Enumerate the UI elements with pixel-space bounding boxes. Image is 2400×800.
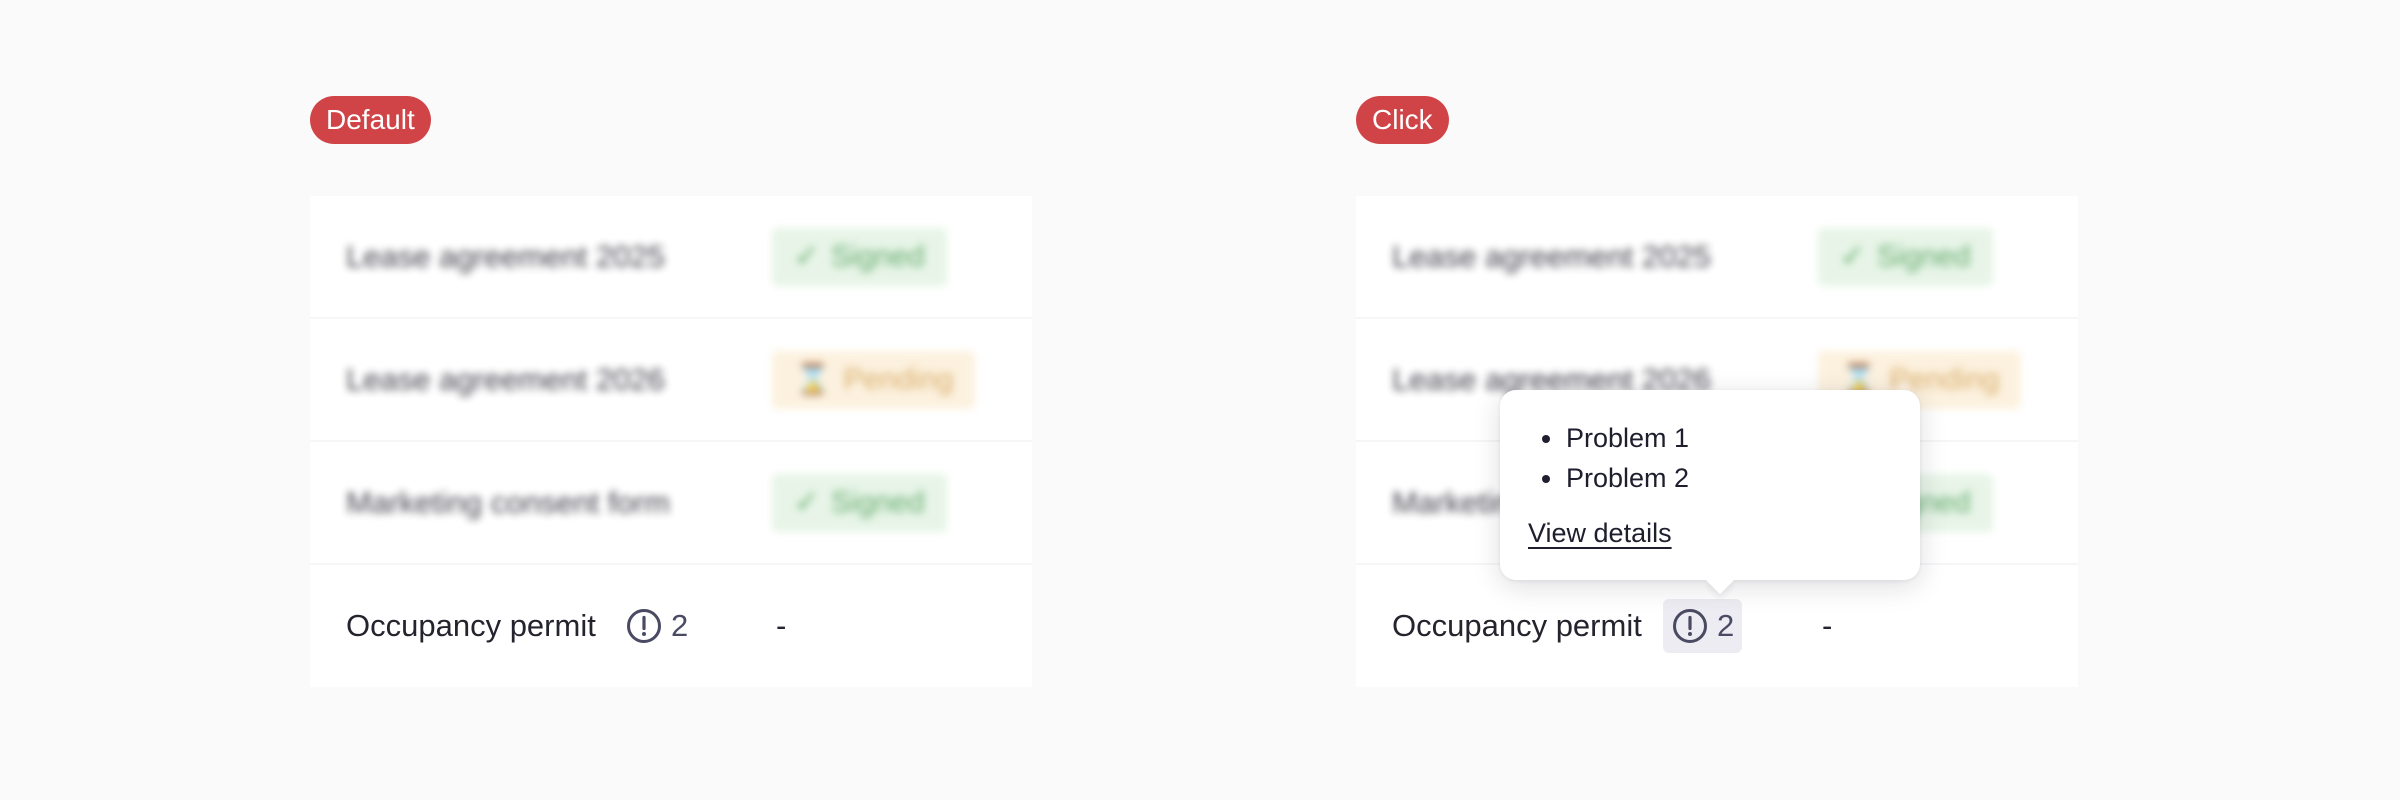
table-row: Marketing consent form ✓ Signed <box>310 442 1032 565</box>
status-label: Signed <box>831 485 925 519</box>
view-details-link[interactable]: View details <box>1528 518 1672 549</box>
check-icon: ✓ <box>794 239 820 273</box>
state-label: Click <box>1356 96 1449 144</box>
table-row: Lease agreement 2026 ⌛ Pending <box>310 319 1032 442</box>
issues-button[interactable]: 2 <box>617 599 696 653</box>
exclamation-circle-icon <box>627 609 661 643</box>
status-badge: ✓ Signed <box>1818 227 1993 286</box>
exclamation-circle-icon <box>1673 609 1707 643</box>
document-name: Lease agreement 2026 <box>346 361 665 397</box>
status-label: Pending <box>843 362 954 396</box>
check-icon: ✓ <box>1840 239 1866 273</box>
hourglass-icon: ⌛ <box>794 362 832 396</box>
state-label: Default <box>310 96 431 144</box>
list-item: Problem 2 <box>1528 458 1892 498</box>
status-label: Signed <box>831 239 925 273</box>
status-badge: ✓ Signed <box>772 473 947 532</box>
table-row: Lease agreement 2025 ✓ Signed <box>310 196 1032 319</box>
document-name: Lease agreement 2025 <box>346 238 665 274</box>
list-item: Problem 1 <box>1528 418 1892 458</box>
status-badge: ✓ Signed <box>772 227 947 286</box>
table-row: Occupancy permit 2 - <box>310 565 1032 687</box>
issues-popover: Problem 1 Problem 2 View details <box>1500 390 1920 580</box>
document-name: Marketing consent form <box>346 484 670 520</box>
table-row: Lease agreement 2025 ✓ Signed <box>1356 196 2078 319</box>
documents-table: Lease agreement 2025 ✓ Signed Lease agre… <box>310 196 1032 687</box>
status-badge: ⌛ Pending <box>772 350 976 409</box>
document-name: Occupancy permit <box>1392 608 1642 643</box>
issues-button[interactable]: 2 <box>1663 599 1743 653</box>
issue-count: 2 <box>671 608 689 643</box>
issue-count: 2 <box>1717 608 1735 643</box>
document-name: Lease agreement 2025 <box>1392 238 1711 274</box>
document-name: Occupancy permit <box>346 608 596 643</box>
status-label: Signed <box>1877 239 1971 273</box>
status-empty: - <box>776 608 787 643</box>
check-icon: ✓ <box>794 485 820 519</box>
problem-list: Problem 1 Problem 2 <box>1528 418 1892 498</box>
status-empty: - <box>1822 608 1833 643</box>
